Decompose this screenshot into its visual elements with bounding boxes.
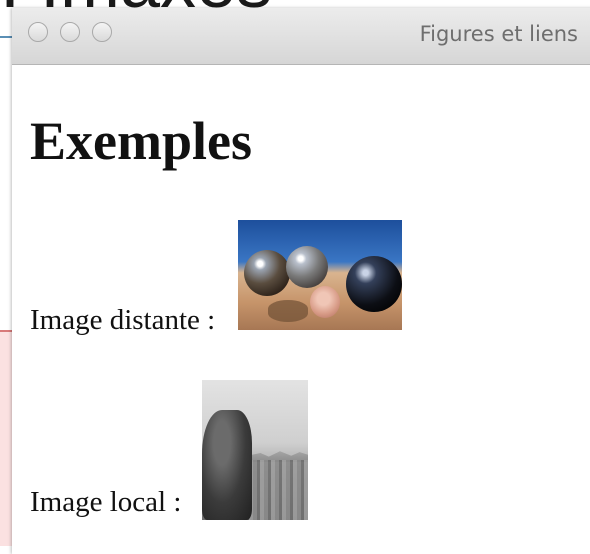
remote-image-label: Image distante : — [30, 304, 216, 336]
background-pink-divider — [0, 330, 12, 332]
local-image — [202, 380, 308, 520]
remote-image — [238, 220, 402, 330]
pink-ball-shape — [310, 286, 340, 318]
metal-ball-shape — [244, 250, 290, 296]
metal-ball-shape — [286, 246, 328, 288]
window-titlebar[interactable]: Figures et liens — [12, 8, 590, 65]
window-title: Figures et liens — [419, 22, 578, 46]
gargoyle-shape — [202, 410, 252, 520]
black-ball-shape — [346, 256, 402, 312]
background-pink-panel — [0, 330, 12, 546]
page-content: Exemples Image distante : Image local : — [12, 64, 590, 554]
shadow-shape — [268, 300, 308, 322]
browser-window: Figures et liens Exemples Image distante… — [12, 8, 590, 554]
local-image-label: Image local : — [30, 486, 182, 518]
page-heading: Exemples — [30, 111, 252, 171]
